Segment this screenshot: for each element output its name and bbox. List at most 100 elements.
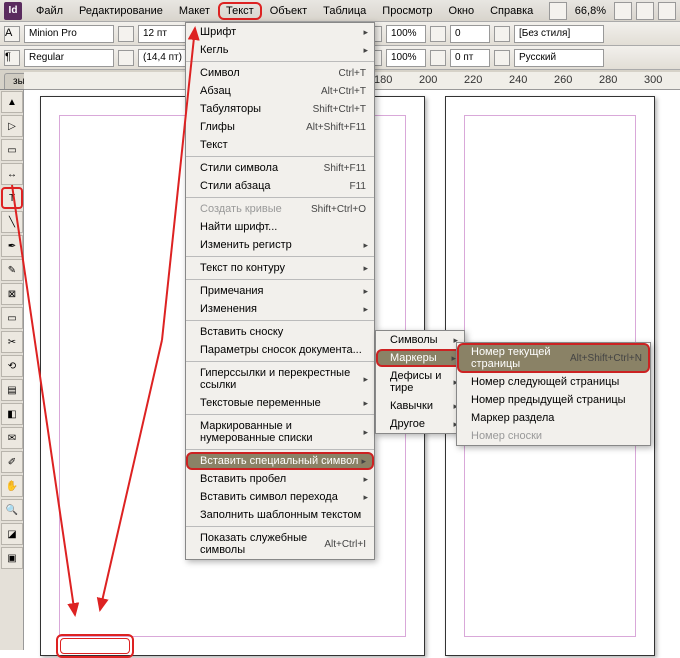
- tracking-icon: [430, 26, 446, 42]
- ruler-tick: 280: [599, 74, 617, 86]
- baseline-icon: [430, 50, 446, 66]
- menuitem-кегль[interactable]: Кегль: [186, 41, 374, 59]
- type-tool[interactable]: T: [1, 187, 23, 209]
- app-logo: Id: [4, 2, 22, 20]
- text-frame[interactable]: [60, 638, 130, 654]
- toolbox: ▲ ▷ ▭ ↔ T ╲ ✒ ✎ ⊠ ▭ ✂ ⟲ ▤ ◧ ✉ ✐ ✋ 🔍 ◪ ▣: [0, 90, 24, 650]
- menuitem-вставить-специальный-символ[interactable]: Вставить специальный символ: [186, 452, 374, 470]
- menuitem-изменения[interactable]: Изменения: [186, 300, 374, 318]
- menu-help[interactable]: Справка: [482, 2, 541, 20]
- baseline-field[interactable]: 0 пт: [450, 49, 490, 67]
- font-size-icon: [118, 26, 134, 42]
- menu-bar: Id Файл Редактирование Макет Текст Объек…: [0, 0, 680, 22]
- menuitem-стили-символа[interactable]: Стили символаShift+F11: [186, 159, 374, 177]
- ruler-tick: 300: [644, 74, 662, 86]
- menuitem-текстовые-переменные[interactable]: Текстовые переменные: [186, 394, 374, 412]
- menuitem-вставить-символ-перехода[interactable]: Вставить символ перехода: [186, 488, 374, 506]
- zoom-tool[interactable]: 🔍: [1, 499, 23, 521]
- para-mode-icon[interactable]: ¶: [4, 50, 20, 66]
- submenu3-номер-следующей-страницы[interactable]: Номер следующей страницы: [457, 373, 650, 391]
- submenu3-номер-текущей-страницы[interactable]: Номер текущей страницыAlt+Shift+Ctrl+N: [457, 343, 650, 373]
- page-tool[interactable]: ▭: [1, 139, 23, 161]
- menuitem-гиперссылки-и-перекрестные-ссылки[interactable]: Гиперссылки и перекрестные ссылки: [186, 364, 374, 394]
- menuitem-показать-служебные-символы[interactable]: Показать служебные символыAlt+Ctrl+I: [186, 529, 374, 559]
- menuitem-стили-абзаца[interactable]: Стили абзацаF11: [186, 177, 374, 195]
- submenu2-кавычки[interactable]: Кавычки: [376, 397, 464, 415]
- bridge-icon[interactable]: [549, 2, 567, 20]
- submenu3-маркер-раздела[interactable]: Маркер раздела: [457, 409, 650, 427]
- top-right-controls: 66,8%: [549, 2, 676, 20]
- menu-file[interactable]: Файл: [28, 2, 71, 20]
- swatch-tool[interactable]: ◧: [1, 403, 23, 425]
- fill-stroke[interactable]: ◪: [1, 523, 23, 545]
- ruler-tick: 240: [509, 74, 527, 86]
- menuitem-найти-шрифт-[interactable]: Найти шрифт...: [186, 218, 374, 236]
- ruler-tick: 260: [554, 74, 572, 86]
- markers-submenu: Номер текущей страницыAlt+Shift+Ctrl+NНо…: [456, 342, 651, 446]
- transform-tool[interactable]: ⟲: [1, 355, 23, 377]
- leading-icon: [118, 50, 134, 66]
- char-mode-icon[interactable]: A: [4, 26, 20, 42]
- scale-v-field[interactable]: 100%: [386, 49, 426, 67]
- menuitem-глифы[interactable]: ГлифыAlt+Shift+F11: [186, 118, 374, 136]
- font-style-field[interactable]: Regular: [24, 49, 114, 67]
- text-menu-dropdown: ШрифтКегль СимволCtrl+TАбзацAlt+Ctrl+TТаб…: [185, 22, 375, 560]
- pen-tool[interactable]: ✒: [1, 235, 23, 257]
- screen-mode-icon[interactable]: [636, 2, 654, 20]
- menuitem-создать-кривые: Создать кривыеShift+Ctrl+O: [186, 200, 374, 218]
- language-icon: [494, 50, 510, 66]
- submenu2-другое[interactable]: Другое: [376, 415, 464, 433]
- submenu3-номер-предыдущей-страницы[interactable]: Номер предыдущей страницы: [457, 391, 650, 409]
- font-family-field[interactable]: Minion Pro: [24, 25, 114, 43]
- selection-tool[interactable]: ▲: [1, 91, 23, 113]
- font-size-field[interactable]: 12 пт: [138, 25, 188, 43]
- menuitem-текст[interactable]: Текст: [186, 136, 374, 154]
- menu-view[interactable]: Просмотр: [374, 2, 440, 20]
- menuitem-абзац[interactable]: АбзацAlt+Ctrl+T: [186, 82, 374, 100]
- menuitem-примечания[interactable]: Примечания: [186, 282, 374, 300]
- menuitem-заполнить-шаблонным-текстом[interactable]: Заполнить шаблонным текстом: [186, 506, 374, 524]
- screen-mode[interactable]: ▣: [1, 547, 23, 569]
- rect-tool[interactable]: ▭: [1, 307, 23, 329]
- menuitem-вставить-сноску[interactable]: Вставить сноску: [186, 323, 374, 341]
- menu-object[interactable]: Объект: [262, 2, 315, 20]
- hand-tool[interactable]: ✋: [1, 475, 23, 497]
- menu-window[interactable]: Окно: [441, 2, 483, 20]
- rect-frame-tool[interactable]: ⊠: [1, 283, 23, 305]
- menu-text[interactable]: Текст: [218, 2, 262, 20]
- menuitem-параметры-сносок-документа-[interactable]: Параметры сносок документа...: [186, 341, 374, 359]
- tracking-field[interactable]: 0: [450, 25, 490, 43]
- submenu2-дефисы-и-тире[interactable]: Дефисы и тире: [376, 367, 464, 397]
- menuitem-шрифт[interactable]: Шрифт: [186, 23, 374, 41]
- scale-h-field[interactable]: 100%: [386, 25, 426, 43]
- submenu2-символы[interactable]: Символы: [376, 331, 464, 349]
- ruler-tick: 180: [374, 74, 392, 86]
- submenu3-номер-сноски: Номер сноски: [457, 427, 650, 445]
- gap-tool[interactable]: ↔: [1, 163, 23, 185]
- zoom-value[interactable]: 66,8%: [571, 5, 610, 17]
- ruler-tick: 200: [419, 74, 437, 86]
- char-style-field[interactable]: [Без стиля]: [514, 25, 604, 43]
- ruler-tick: 220: [464, 74, 482, 86]
- pencil-tool[interactable]: ✎: [1, 259, 23, 281]
- submenu2-маркеры[interactable]: Маркеры: [376, 349, 464, 367]
- arrange-icon[interactable]: [658, 2, 676, 20]
- line-tool[interactable]: ╲: [1, 211, 23, 233]
- menuitem-текст-по-контуру[interactable]: Текст по контуру: [186, 259, 374, 277]
- note-tool[interactable]: ✉: [1, 427, 23, 449]
- menu-table[interactable]: Таблица: [315, 2, 374, 20]
- view-options-icon[interactable]: [614, 2, 632, 20]
- gradient-tool[interactable]: ▤: [1, 379, 23, 401]
- menuitem-табуляторы[interactable]: ТабуляторыShift+Ctrl+T: [186, 100, 374, 118]
- menu-edit[interactable]: Редактирование: [71, 2, 171, 20]
- menu-layout[interactable]: Макет: [171, 2, 218, 20]
- menuitem-изменить-регистр[interactable]: Изменить регистр: [186, 236, 374, 254]
- insert-special-submenu: СимволыМаркерыДефисы и тиреКавычкиДругое: [375, 330, 465, 434]
- scissors-tool[interactable]: ✂: [1, 331, 23, 353]
- language-field[interactable]: Русский: [514, 49, 604, 67]
- menuitem-маркированные-и-нумерованные-списки[interactable]: Маркированные и нумерованные списки: [186, 417, 374, 447]
- menuitem-вставить-пробел[interactable]: Вставить пробел: [186, 470, 374, 488]
- eyedropper-tool[interactable]: ✐: [1, 451, 23, 473]
- menuitem-символ[interactable]: СимволCtrl+T: [186, 64, 374, 82]
- direct-select-tool[interactable]: ▷: [1, 115, 23, 137]
